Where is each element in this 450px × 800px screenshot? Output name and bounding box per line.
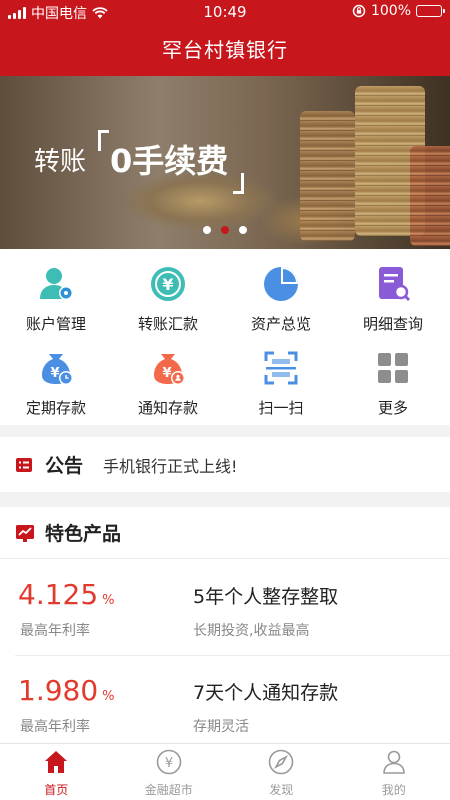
product-name: 5年个人整存整取: [193, 586, 339, 608]
tab-label: 发现: [269, 783, 294, 797]
grid-item-label: 定期存款: [25, 399, 86, 417]
banner-dot-active[interactable]: [221, 226, 229, 234]
compass-icon: [268, 749, 294, 775]
products-title: 特色产品: [45, 523, 122, 545]
products-header: 特色产品: [0, 507, 450, 559]
product-rate-label: 最高年利率: [20, 719, 90, 735]
user-icon: [382, 750, 405, 774]
page-title: 罕台村镇银行: [162, 38, 288, 62]
svg-text:¥: ¥: [165, 756, 173, 771]
coin-stack-image: [300, 111, 355, 241]
product-rate: 4.125%: [18, 578, 115, 611]
pie-chart-icon: [264, 267, 298, 301]
notice-deposit-icon: ¥: [154, 354, 185, 385]
tab-label: 我的: [381, 783, 406, 797]
product-row[interactable]: 4.125% 最高年利率 5年个人整存整取 长期投资,收益最高: [0, 560, 450, 655]
tab-label: 金融超市: [144, 783, 193, 797]
fixed-deposit-icon: ¥: [42, 354, 73, 385]
more-grid-icon: [378, 353, 408, 383]
grid-item-label: 扫一扫: [258, 399, 304, 417]
scan-icon: [264, 351, 298, 385]
grid-item-account[interactable]: 账户管理: [0, 249, 112, 333]
grid-item-label: 明细查询: [362, 315, 423, 333]
orientation-lock-icon: [352, 4, 366, 18]
status-bar: 中国电信 10:49 100%: [0, 0, 450, 24]
promo-banner[interactable]: 转账 0手续费: [0, 76, 450, 249]
grid-item-label: 资产总览: [250, 315, 311, 333]
tab-discover[interactable]: 发现: [225, 744, 338, 800]
product-name: 7天个人通知存款: [193, 682, 339, 704]
tab-mine[interactable]: 我的: [338, 744, 450, 800]
status-right: 100%: [352, 3, 445, 19]
announcement-bar[interactable]: 公告 手机银行正式上线!: [0, 437, 450, 492]
product-rate-unit: %: [102, 689, 115, 704]
announcement-label: 公告: [45, 455, 84, 477]
svg-text:¥: ¥: [162, 366, 171, 381]
product-desc: 存期灵活: [193, 719, 249, 735]
home-icon: [45, 751, 68, 773]
battery-icon: [416, 5, 445, 17]
svg-text:¥: ¥: [50, 366, 59, 381]
function-grid: 账户管理 ¥ 转账汇款 资产总览 明细查询 ¥ 定期存款 ¥ 通知存款 扫一扫 …: [0, 249, 450, 425]
battery-percent: 100%: [370, 3, 411, 19]
grid-item-detail[interactable]: 明细查询: [337, 249, 449, 333]
top-bar: 中国电信 10:49 100% 罕台村镇银行: [0, 0, 450, 76]
featured-products: 特色产品 4.125% 最高年利率 5年个人整存整取 长期投资,收益最高 1.9…: [0, 507, 450, 743]
announcement-icon: [16, 457, 32, 472]
product-rate-label: 最高年利率: [20, 623, 90, 639]
product-rate-value: 4.125: [18, 578, 99, 611]
announcement-message: 手机银行正式上线!: [103, 456, 238, 476]
banner-dot[interactable]: [239, 226, 247, 234]
banner-pagination: [0, 226, 450, 234]
grid-item-fixed-deposit[interactable]: ¥ 定期存款: [0, 333, 112, 417]
grid-item-label: 通知存款: [137, 399, 198, 417]
grid-item-transfer[interactable]: ¥ 转账汇款: [112, 249, 224, 333]
product-row[interactable]: 1.980% 最高年利率 7天个人通知存款 存期灵活: [0, 656, 450, 751]
bottom-tab-bar: 首页 ¥ 金融超市 发现 我的: [0, 743, 450, 800]
product-desc: 长期投资,收益最高: [193, 623, 310, 639]
grid-item-notice-deposit[interactable]: ¥ 通知存款: [112, 333, 224, 417]
grid-item-scan[interactable]: 扫一扫: [225, 333, 337, 417]
tab-finance-market[interactable]: ¥ 金融超市: [113, 744, 226, 800]
banner-headline: 转账 0手续费: [34, 130, 245, 194]
grid-item-label: 账户管理: [25, 315, 86, 333]
detail-search-icon: [379, 267, 411, 302]
transfer-icon: ¥: [151, 267, 185, 301]
svg-text:¥: ¥: [162, 275, 173, 294]
trend-chart-icon: [16, 524, 34, 542]
yuan-circle-icon: ¥: [156, 749, 182, 775]
product-rate-value: 1.980: [18, 674, 99, 707]
grid-item-label: 转账汇款: [137, 315, 198, 333]
product-rate: 1.980%: [18, 674, 115, 707]
tab-label: 首页: [44, 783, 69, 797]
grid-item-label: 更多: [377, 399, 408, 417]
banner-text-main: 转账: [34, 146, 87, 177]
tab-home[interactable]: 首页: [0, 744, 113, 800]
grid-item-more[interactable]: 更多: [337, 333, 449, 417]
banner-text-highlight: 0手续费: [98, 130, 245, 194]
grid-item-assets[interactable]: 资产总览: [225, 249, 337, 333]
banner-dot[interactable]: [203, 226, 211, 234]
product-rate-unit: %: [102, 593, 115, 608]
account-icon: [40, 268, 73, 300]
